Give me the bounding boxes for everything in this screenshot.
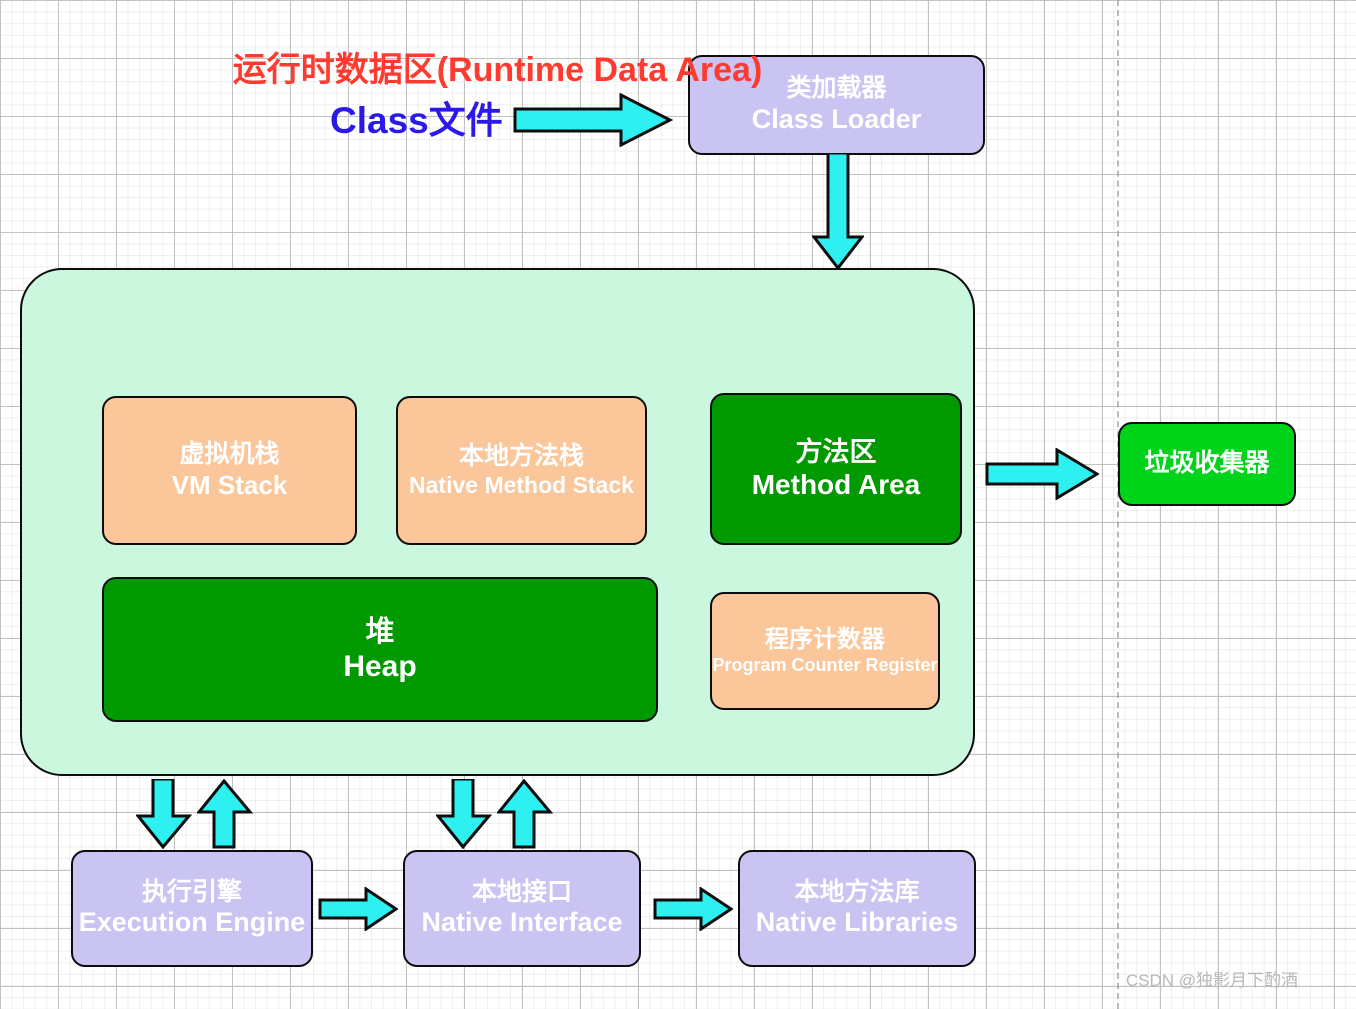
node-native-method-stack[interactable]: 本地方法栈 Native Method Stack [396,396,647,545]
class-loader-label-en: Class Loader [751,103,922,134]
heap-label-cn: 堆 [365,615,395,648]
native-libraries-label-cn: 本地方法库 [794,877,920,906]
arrow-engine-to-interface-icon [318,887,398,931]
runtime-data-area-title: 运行时数据区(Runtime Data Area) [232,51,763,89]
arrow-class-to-loader-icon [513,93,673,147]
node-method-area[interactable]: 方法区 Method Area [710,393,962,545]
node-heap[interactable]: 堆 Heap [102,577,658,722]
node-vm-stack[interactable]: 虚拟机栈 VM Stack [102,396,357,545]
native-method-stack-label-cn: 本地方法栈 [458,442,584,471]
pc-register-label-en: Program Counter Register [712,654,938,675]
arrow-native-to-runtime-icon [497,779,553,849]
class-file-label: Class文件 [330,100,503,141]
native-method-stack-label-en: Native Method Stack [409,471,634,498]
native-libraries-label-en: Native Libraries [755,907,959,938]
diagram-canvas: Class文件 类加载器 Class Loader 运行时数据区(Runtime… [0,0,1356,1009]
arrow-runtime-to-engine-icon [136,779,192,849]
arrow-engine-to-runtime-icon [197,779,253,849]
csdn-watermark: CSDN @独影月下酌酒 [1125,971,1298,990]
garbage-collector-label-cn: 垃圾收集器 [1144,449,1270,478]
arrow-loader-to-runtime-icon [812,153,864,270]
execution-engine-label-cn: 执行引擎 [141,877,242,906]
node-native-libraries[interactable]: 本地方法库 Native Libraries [738,850,976,967]
page-break-guide [1117,0,1119,1009]
vm-stack-label-cn: 虚拟机栈 [179,440,280,469]
native-interface-label-cn: 本地接口 [471,877,572,906]
execution-engine-label-en: Execution Engine [78,907,306,938]
vm-stack-label-en: VM Stack [171,469,288,500]
arrow-runtime-to-native-icon [436,779,492,849]
method-area-label-cn: 方法区 [795,436,877,467]
native-interface-label-en: Native Interface [421,907,623,938]
node-garbage-collector[interactable]: 垃圾收集器 [1118,422,1296,506]
method-area-label-en: Method Area [751,469,921,501]
arrow-method-to-gc-icon [985,448,1099,500]
node-native-interface[interactable]: 本地接口 Native Interface [403,850,641,967]
node-pc-register[interactable]: 程序计数器 Program Counter Register [710,592,940,710]
arrow-interface-to-libraries-icon [653,887,733,931]
node-execution-engine[interactable]: 执行引擎 Execution Engine [71,850,313,967]
heap-label-en: Heap [343,649,417,683]
pc-register-label-cn: 程序计数器 [765,626,885,654]
